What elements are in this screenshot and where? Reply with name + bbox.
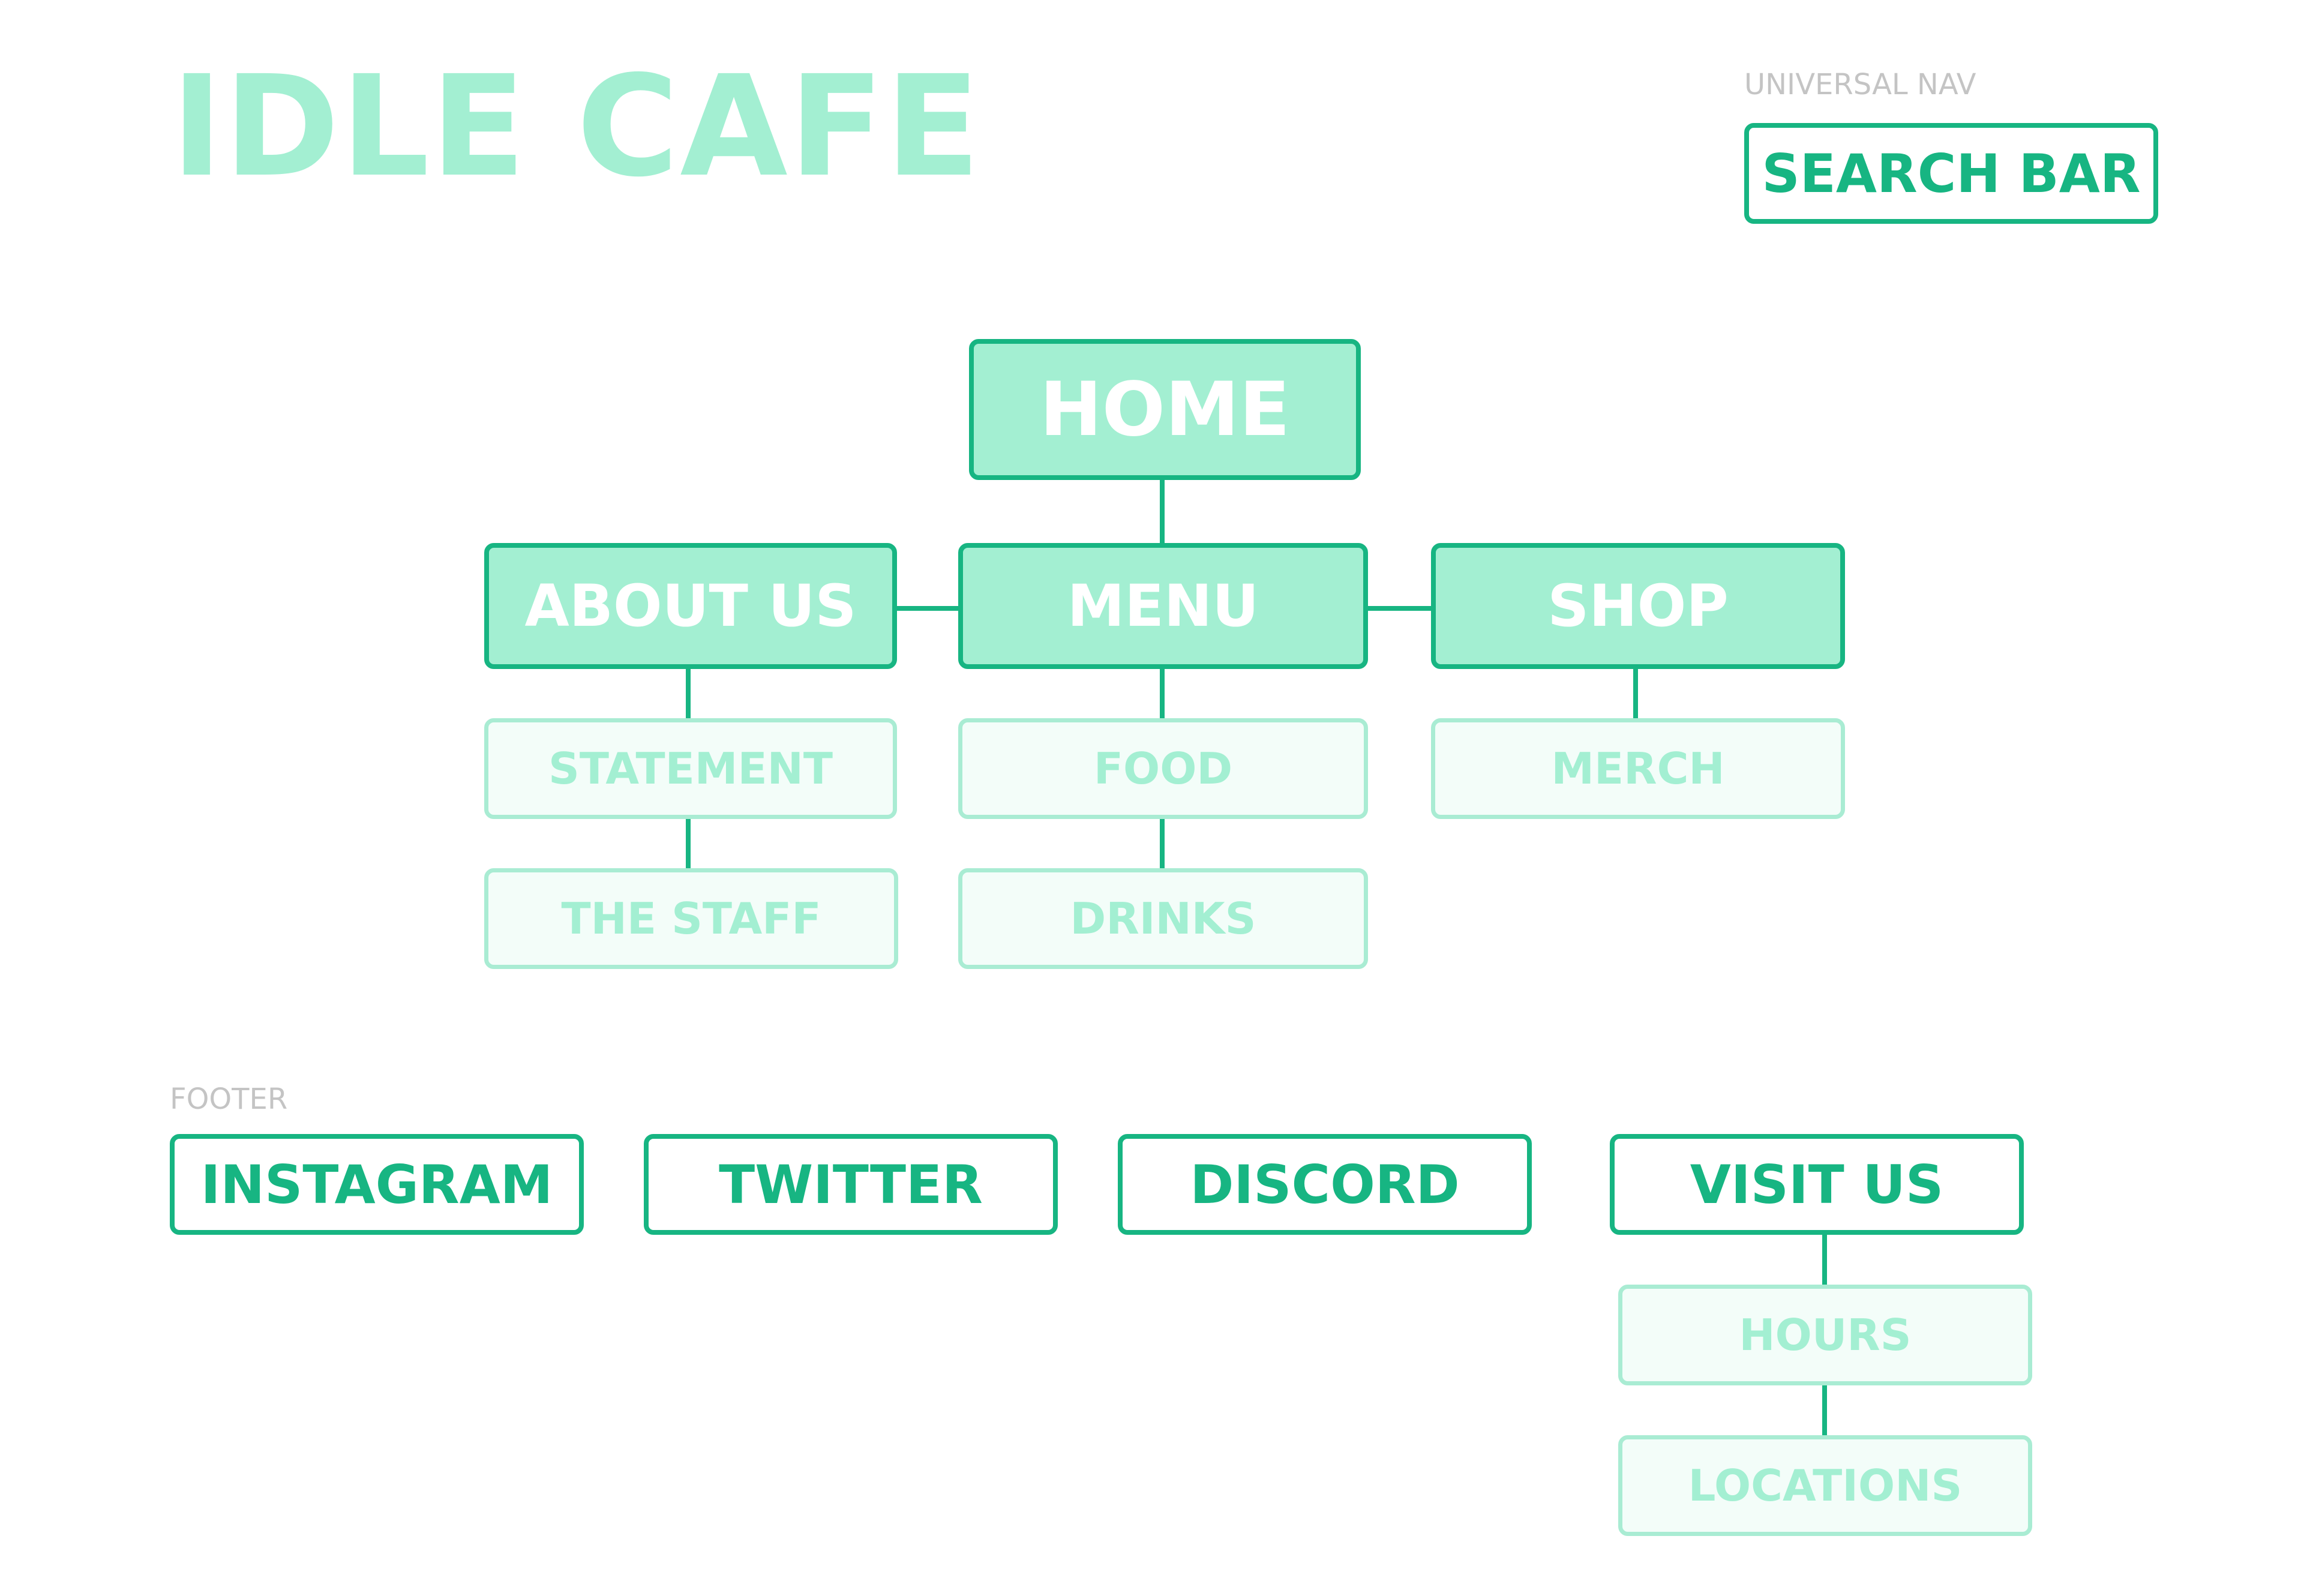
statement-label: STATEMENT [548, 743, 833, 794]
about-us-node[interactable]: ABOUT US [484, 543, 897, 669]
statement-node[interactable]: STATEMENT [484, 718, 897, 819]
connector-line [894, 606, 963, 611]
connector-line [1822, 1384, 1827, 1438]
food-label: FOOD [1093, 743, 1233, 794]
connector-line [1365, 606, 1434, 611]
connector-line [1160, 477, 1165, 546]
footer-caption: FOOTER [170, 1082, 288, 1116]
about-us-label: ABOUT US [524, 572, 857, 640]
connector-line [686, 817, 691, 871]
hours-node[interactable]: HOURS [1618, 1285, 2032, 1385]
merch-label: MERCH [1551, 743, 1725, 794]
home-node[interactable]: HOME [969, 339, 1361, 480]
visit-us-node[interactable]: VISIT US [1610, 1134, 2024, 1235]
drinks-label: DRINKS [1070, 893, 1256, 944]
connector-line [1160, 666, 1165, 721]
twitter-node[interactable]: TWITTER [644, 1134, 1058, 1235]
discord-label: DISCORD [1190, 1153, 1460, 1216]
instagram-label: INSTAGRAM [200, 1153, 553, 1216]
search-bar-node[interactable]: SEARCH BAR [1744, 123, 2158, 224]
home-label: HOME [1039, 366, 1291, 453]
search-bar-label: SEARCH BAR [1762, 142, 2141, 205]
the-staff-label: THE STAFF [561, 893, 821, 944]
hours-label: HOURS [1739, 1310, 1912, 1360]
instagram-node[interactable]: INSTAGRAM [170, 1134, 584, 1235]
shop-node[interactable]: SHOP [1431, 543, 1845, 669]
connector-line [1822, 1232, 1827, 1287]
visit-us-label: VISIT US [1690, 1153, 1944, 1216]
locations-node[interactable]: LOCATIONS [1618, 1435, 2032, 1536]
twitter-label: TWITTER [719, 1153, 983, 1216]
connector-line [1160, 817, 1165, 871]
drinks-node[interactable]: DRINKS [958, 868, 1368, 969]
universal-nav-caption: UNIVERSAL NAV [1744, 68, 1976, 101]
shop-label: SHOP [1547, 572, 1729, 640]
menu-label: MENU [1067, 572, 1259, 640]
locations-label: LOCATIONS [1688, 1460, 1963, 1511]
connector-line [1633, 666, 1638, 721]
brand-title: IDLE CAFE [171, 46, 982, 208]
food-node[interactable]: FOOD [958, 718, 1368, 819]
the-staff-node[interactable]: THE STAFF [484, 868, 898, 969]
discord-node[interactable]: DISCORD [1118, 1134, 1532, 1235]
menu-node[interactable]: MENU [958, 543, 1368, 669]
connector-line [686, 666, 691, 721]
merch-node[interactable]: MERCH [1431, 718, 1845, 819]
